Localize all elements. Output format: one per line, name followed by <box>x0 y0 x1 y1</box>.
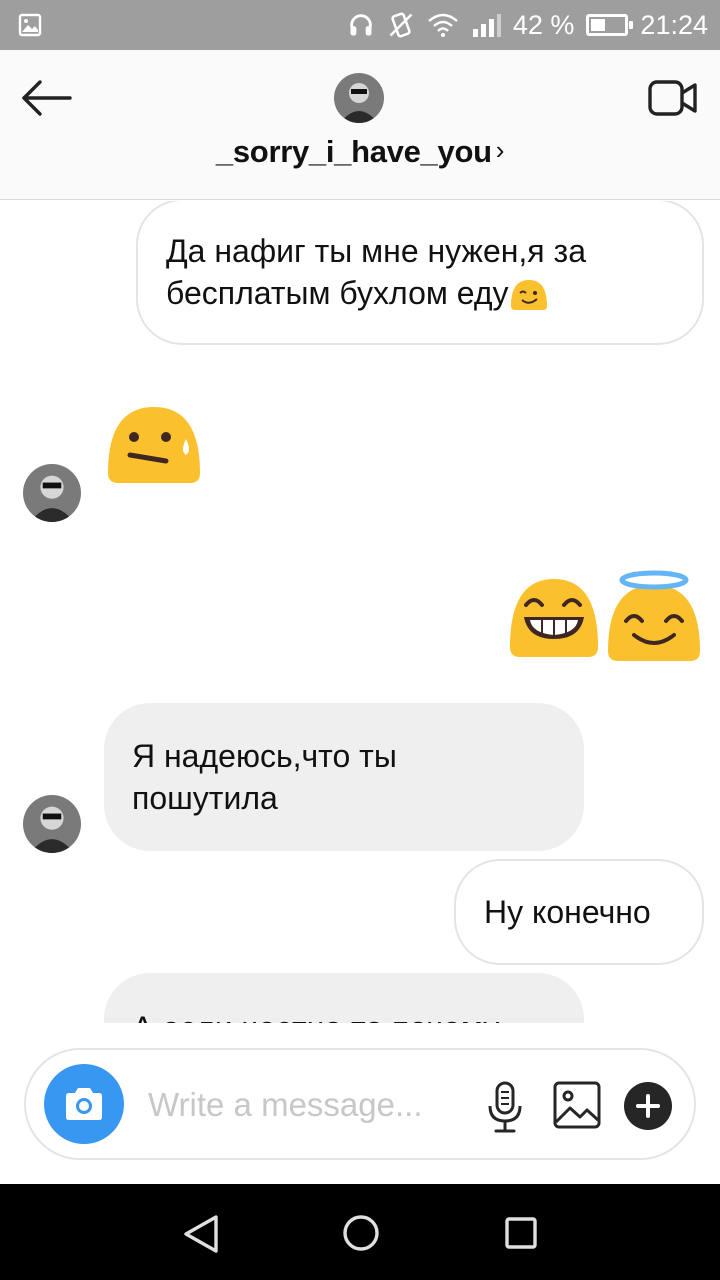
message-thread[interactable]: Да нафиг ты мне нужен,я за бесплатым бух… <box>0 201 720 1023</box>
grinning-face-with-smiling-eyes-icon[interactable] <box>506 575 602 659</box>
battery-percent: 42 % <box>512 9 575 40</box>
message-composer <box>24 1048 696 1160</box>
battery-icon <box>586 14 634 36</box>
header-avatar[interactable] <box>334 73 384 123</box>
message-bubble-outgoing[interactable]: Да нафиг ты мне нужен,я за бесплатым бух… <box>136 201 704 345</box>
vibrate-icon <box>387 11 415 39</box>
camera-icon <box>66 1088 102 1120</box>
message-text: А если честно то почему <box>132 1007 499 1023</box>
downcast-face-with-sweat-icon[interactable] <box>104 401 204 485</box>
camera-button[interactable] <box>44 1064 124 1144</box>
microphone-icon[interactable] <box>484 1080 526 1134</box>
username-text: _sorry_i_have_you <box>215 134 492 169</box>
gallery-notification-icon <box>18 13 42 37</box>
nav-home-icon[interactable] <box>342 1214 380 1252</box>
sender-avatar[interactable] <box>23 464 81 522</box>
plus-button[interactable] <box>624 1082 672 1130</box>
headphones-icon <box>347 11 375 39</box>
status-bar: 42 % 21:24 <box>0 0 720 50</box>
message-bubble-outgoing[interactable]: Ну конечно <box>454 859 704 965</box>
message-bubble-incoming[interactable]: Я надеюсь,что ты пошутила <box>104 703 584 851</box>
back-arrow-icon[interactable] <box>20 78 76 118</box>
message-text: Да нафиг ты мне нужен,я за бесплатым бух… <box>166 233 586 311</box>
sender-avatar[interactable] <box>23 795 81 853</box>
clock: 21:24 <box>640 9 708 40</box>
gallery-icon[interactable] <box>552 1080 602 1130</box>
message-bubble-incoming[interactable]: А если честно то почему <box>104 973 584 1023</box>
system-navigation-bar <box>0 1184 720 1280</box>
message-text: Ну конечно <box>484 894 651 930</box>
winking-face-icon <box>510 279 547 310</box>
nav-back-icon[interactable] <box>182 1214 220 1254</box>
signal-icon <box>471 11 501 39</box>
wifi-icon <box>427 11 459 39</box>
chat-header: _sorry_i_have_you › <box>0 50 720 200</box>
video-call-icon[interactable] <box>648 78 698 118</box>
chevron-right-icon: › <box>495 135 505 165</box>
message-text: Я надеюсь,что ты пошутила <box>132 738 397 816</box>
message-input[interactable] <box>148 1080 468 1130</box>
nav-recents-icon[interactable] <box>504 1216 538 1250</box>
chat-username[interactable]: _sorry_i_have_you › <box>0 134 720 170</box>
smiling-face-with-halo-icon[interactable] <box>604 569 704 665</box>
plus-icon <box>636 1094 660 1118</box>
